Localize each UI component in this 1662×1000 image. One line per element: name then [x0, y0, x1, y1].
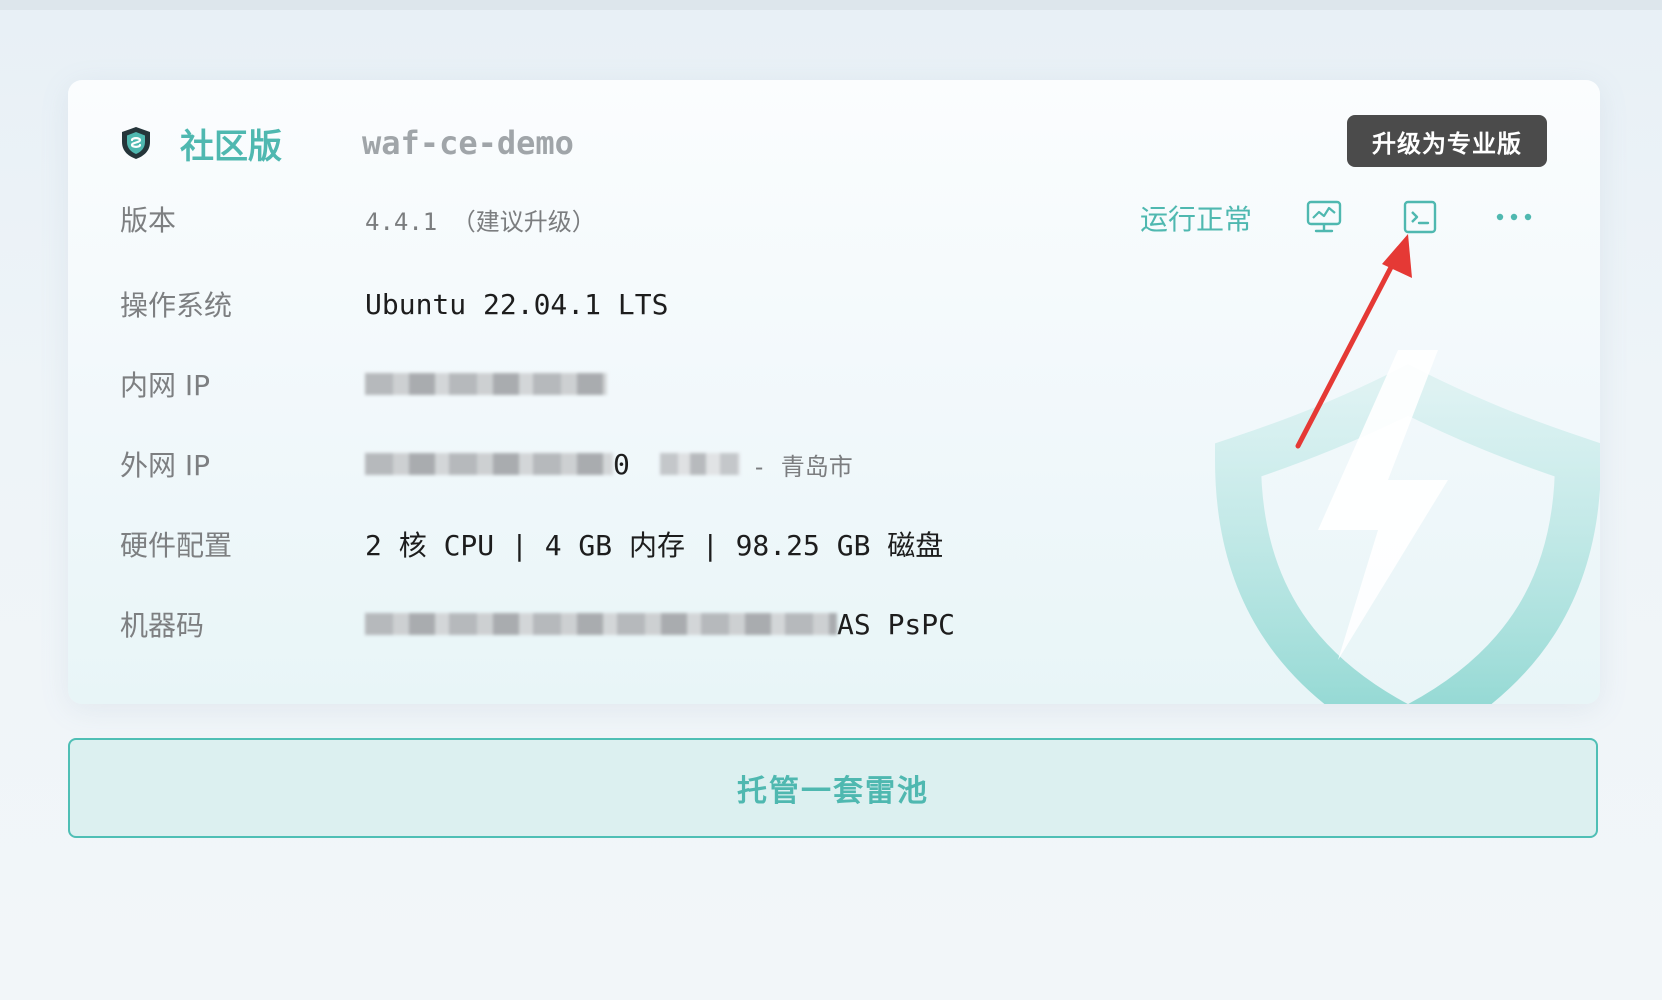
monitor-button[interactable] — [1304, 197, 1344, 237]
monitor-chart-icon — [1306, 200, 1342, 233]
waf-instance-card: 社区版 waf-ce-demo 升级为专业版 版本 4.4.1 （建议升级） 运… — [68, 80, 1600, 704]
edition-label: 社区版 — [180, 126, 282, 167]
info-label: 操作系统 — [120, 289, 233, 322]
info-row-lan-ip: 内网 IP — [120, 364, 607, 404]
hardware-value: 2 核 CPU | 4 GB 内存 | 98.25 GB 磁盘 — [365, 529, 944, 562]
hostname: waf-ce-demo — [362, 124, 574, 162]
host-safeline-button[interactable]: 托管一套雷池 — [68, 738, 1598, 838]
upgrade-pro-button[interactable]: 升级为专业版 — [1347, 115, 1547, 167]
top-strip — [0, 0, 1662, 10]
version-value: 4.4.1 （建议升级） — [365, 207, 596, 236]
info-label: 版本 — [120, 204, 177, 237]
info-row-version: 版本 4.4.1 （建议升级） — [120, 199, 596, 239]
info-row-hardware: 硬件配置 2 核 CPU | 4 GB 内存 | 98.25 GB 磁盘 — [120, 524, 943, 564]
machine-code-redacted — [365, 613, 837, 635]
info-label: 硬件配置 — [120, 529, 233, 562]
terminal-icon — [1403, 200, 1437, 234]
wan-location: - 青岛市 — [751, 452, 853, 481]
info-label: 外网 IP — [120, 449, 211, 482]
card-header: 社区版 waf-ce-demo — [118, 118, 574, 168]
machine-code-suffix: AS PsPC — [837, 607, 956, 641]
terminal-button[interactable] — [1400, 197, 1440, 237]
info-label: 机器码 — [120, 609, 205, 642]
info-row-machine-code: 机器码 AS PsPC — [120, 604, 955, 644]
more-button[interactable] — [1494, 197, 1534, 237]
info-label: 内网 IP — [120, 369, 211, 402]
info-row-os: 操作系统 Ubuntu 22.04.1 LTS — [120, 284, 668, 324]
info-row-wan-ip: 外网 IP 0 - 青岛市 — [120, 444, 853, 484]
status-text: 运行正常 — [1140, 203, 1253, 236]
shield-icon — [122, 127, 150, 159]
background-shield-icon — [1214, 350, 1600, 704]
wan-ip-suffix: 0 — [613, 447, 630, 481]
lan-ip-redacted — [365, 373, 607, 395]
wan-ip-redacted — [365, 453, 613, 475]
os-value: Ubuntu 22.04.1 LTS — [365, 287, 669, 321]
province-redacted — [659, 453, 740, 475]
more-icon — [1496, 213, 1532, 221]
